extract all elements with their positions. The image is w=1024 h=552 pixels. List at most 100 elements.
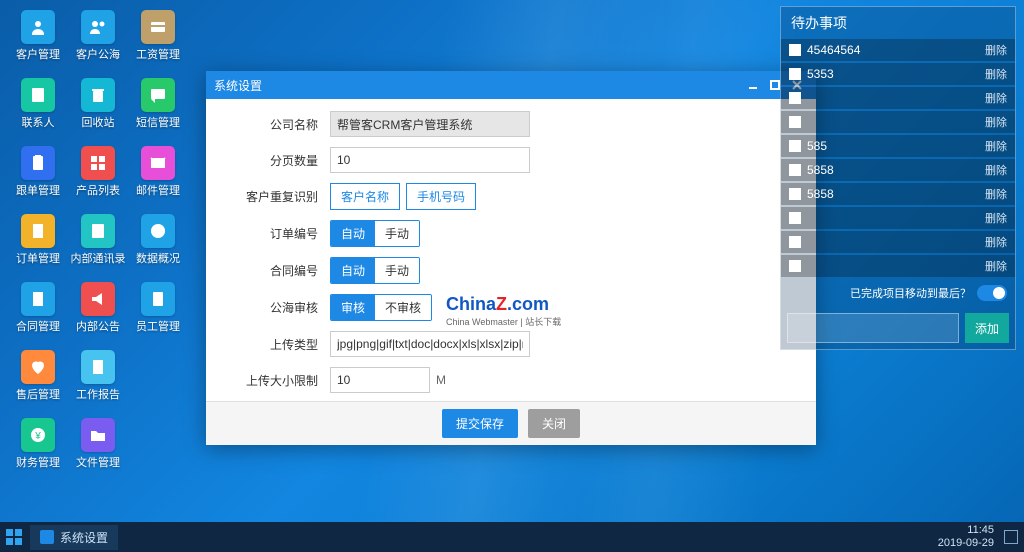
- desktop-icon-label: 内部公告: [76, 318, 120, 334]
- todo-add-input[interactable]: [787, 313, 959, 343]
- todo-item: 585删除: [781, 135, 1015, 157]
- todo-item: 删除: [781, 207, 1015, 229]
- desktop-icon-0[interactable]: 客户管理: [10, 10, 66, 70]
- todo-text: 5858: [807, 163, 985, 177]
- desktop-icon-label: 短信管理: [136, 114, 180, 130]
- todo-delete-button[interactable]: 删除: [985, 258, 1007, 274]
- todo-checkbox[interactable]: [789, 260, 801, 272]
- dialog-titlebar[interactable]: 系统设置: [206, 71, 816, 99]
- todo-checkbox[interactable]: [789, 92, 801, 104]
- heart-icon: [21, 350, 55, 384]
- desktop-icon-7[interactable]: 产品列表: [70, 146, 126, 206]
- uploadlimit-input[interactable]: [330, 367, 430, 393]
- label-uploadlimit: 上传大小限制: [246, 372, 318, 389]
- submit-button[interactable]: 提交保存: [442, 409, 518, 438]
- desktop-icon-label: 邮件管理: [136, 182, 180, 198]
- desktop-icon-10[interactable]: 内部通讯录: [70, 214, 126, 274]
- start-button[interactable]: [6, 529, 22, 545]
- todo-checkbox[interactable]: [789, 140, 801, 152]
- todo-checkbox[interactable]: [789, 212, 801, 224]
- label-company: 公司名称: [246, 116, 318, 133]
- uploadtype-input[interactable]: [330, 331, 530, 357]
- desktop-icon-15[interactable]: 售后管理: [10, 350, 66, 410]
- desktop-icon-6[interactable]: 跟单管理: [10, 146, 66, 206]
- contractno-manual[interactable]: 手动: [375, 258, 419, 283]
- desktop-icon-12[interactable]: 合同管理: [10, 282, 66, 342]
- todo-checkbox[interactable]: [789, 44, 801, 56]
- todo-delete-button[interactable]: 删除: [985, 162, 1007, 178]
- todo-checkbox[interactable]: [789, 68, 801, 80]
- desktop-icon-1[interactable]: 客户公海: [70, 10, 126, 70]
- todo-item: 5353删除: [781, 63, 1015, 85]
- todo-checkbox[interactable]: [789, 164, 801, 176]
- todo-item: 删除: [781, 87, 1015, 109]
- todo-delete-button[interactable]: 删除: [985, 90, 1007, 106]
- company-input[interactable]: [330, 111, 530, 137]
- dedup-opt-name[interactable]: 客户名称: [330, 183, 400, 210]
- todo-add-button[interactable]: 添加: [965, 313, 1009, 343]
- mail-icon: [141, 146, 175, 180]
- desktop-icon-5[interactable]: 短信管理: [130, 78, 186, 138]
- desktop-icon-11[interactable]: 数据概况: [130, 214, 186, 274]
- todo-checkbox[interactable]: [789, 236, 801, 248]
- todo-delete-button[interactable]: 删除: [985, 186, 1007, 202]
- folder-icon: [81, 418, 115, 452]
- desktop-icon-18[interactable]: ¥财务管理: [10, 418, 66, 478]
- desktop-icon-2[interactable]: 工资管理: [130, 10, 186, 70]
- user-icon: [21, 10, 55, 44]
- dialog-title: 系统设置: [214, 77, 262, 94]
- horn-icon: [81, 282, 115, 316]
- todo-text: 45464564: [807, 43, 985, 57]
- todo-item: 删除: [781, 231, 1015, 253]
- seaaudit-yes[interactable]: 审核: [331, 295, 375, 320]
- show-desktop-button[interactable]: [1004, 530, 1018, 544]
- desktop-icon-label: 数据概况: [136, 250, 180, 266]
- desktop-icon-14[interactable]: 员工管理: [130, 282, 186, 342]
- contractno-auto[interactable]: 自动: [331, 258, 375, 283]
- close-dialog-button[interactable]: 关闭: [528, 409, 580, 438]
- orderno-auto[interactable]: 自动: [331, 221, 375, 246]
- clock-time: 11:45: [938, 524, 994, 537]
- todo-item: 删除: [781, 111, 1015, 133]
- label-pagesize: 分页数量: [246, 152, 318, 169]
- todo-delete-button[interactable]: 删除: [985, 210, 1007, 226]
- clock-date: 2019-09-29: [938, 537, 994, 550]
- card-icon: [141, 10, 175, 44]
- move-done-toggle[interactable]: [977, 285, 1007, 301]
- desktop-icon-19[interactable]: 文件管理: [70, 418, 126, 478]
- badge-icon: [141, 282, 175, 316]
- desktop-icon-13[interactable]: 内部公告: [70, 282, 126, 342]
- todo-delete-button[interactable]: 删除: [985, 114, 1007, 130]
- todo-delete-button[interactable]: 删除: [985, 138, 1007, 154]
- todo-delete-button[interactable]: 删除: [985, 42, 1007, 58]
- todo-checkbox[interactable]: [789, 188, 801, 200]
- desktop-icon-8[interactable]: 邮件管理: [130, 146, 186, 206]
- dedup-opt-phone[interactable]: 手机号码: [406, 183, 476, 210]
- doc-icon: [21, 214, 55, 248]
- desktop-icon-3[interactable]: 联系人: [10, 78, 66, 138]
- clip-icon: [21, 146, 55, 180]
- desktop-icon-label: 员工管理: [136, 318, 180, 334]
- desktop-icon-label: 跟单管理: [16, 182, 60, 198]
- taskbar-item-settings[interactable]: 系统设置: [30, 525, 118, 550]
- taskbar-item-label: 系统设置: [60, 529, 108, 546]
- report-icon: [81, 350, 115, 384]
- todo-delete-button[interactable]: 删除: [985, 66, 1007, 82]
- move-done-label: 已完成项目移动到最后？: [850, 285, 971, 301]
- desktop-icon-label: 客户公海: [76, 46, 120, 62]
- taskbar-clock[interactable]: 11:45 2019-09-29: [938, 524, 998, 550]
- todo-delete-button[interactable]: 删除: [985, 234, 1007, 250]
- pagesize-input[interactable]: [330, 147, 530, 173]
- desktop-icon-label: 文件管理: [76, 454, 120, 470]
- todo-text: 5353: [807, 67, 985, 81]
- orderno-manual[interactable]: 手动: [375, 221, 419, 246]
- settings-dialog: 系统设置 公司名称 分页数量 客户重复识别 客户名称 手机号码 订单编号 自动 …: [206, 71, 816, 445]
- seaaudit-no[interactable]: 不审核: [375, 295, 431, 320]
- todo-checkbox[interactable]: [789, 116, 801, 128]
- desktop-icon-16[interactable]: 工作报告: [70, 350, 126, 410]
- desktop-icon-4[interactable]: 回收站: [70, 78, 126, 138]
- svg-text:¥: ¥: [34, 431, 41, 442]
- desktop-icon-9[interactable]: 订单管理: [10, 214, 66, 274]
- minimize-button[interactable]: [742, 74, 764, 96]
- book2-icon: [81, 214, 115, 248]
